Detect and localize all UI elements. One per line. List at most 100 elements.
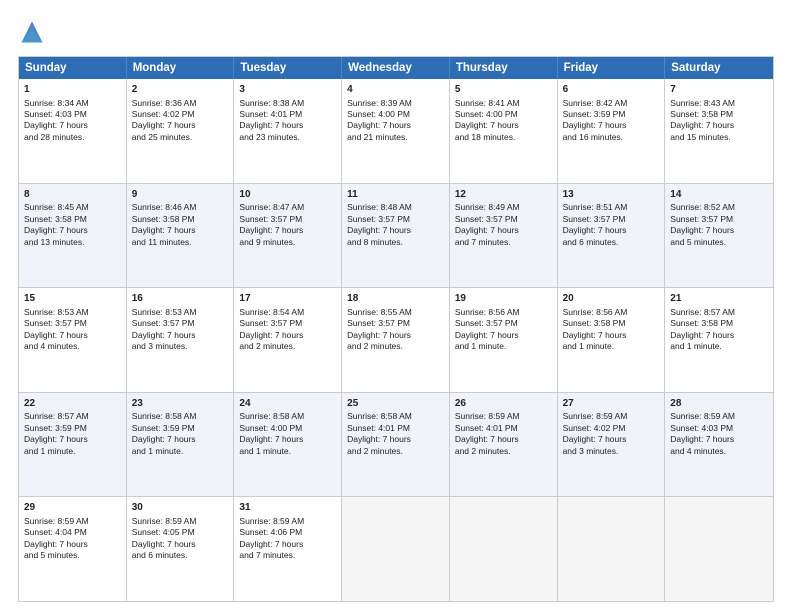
day-info-line: Sunrise: 8:51 AM xyxy=(563,202,660,213)
day-number: 28 xyxy=(670,397,768,411)
day-info-line: Daylight: 7 hours xyxy=(24,539,121,550)
day-info-line: Sunset: 3:59 PM xyxy=(563,109,660,120)
day-info-line: Sunrise: 8:47 AM xyxy=(239,202,336,213)
day-info-line: and 2 minutes. xyxy=(455,446,552,457)
day-info-line: Sunrise: 8:41 AM xyxy=(455,98,552,109)
calendar-cell: 6Sunrise: 8:42 AMSunset: 3:59 PMDaylight… xyxy=(558,79,666,183)
day-info-line: and 21 minutes. xyxy=(347,132,444,143)
header-day-tuesday: Tuesday xyxy=(234,57,342,79)
day-info-line: Sunrise: 8:58 AM xyxy=(347,411,444,422)
day-info-line: Sunrise: 8:39 AM xyxy=(347,98,444,109)
day-info-line: Daylight: 7 hours xyxy=(239,434,336,445)
day-info-line: Sunrise: 8:36 AM xyxy=(132,98,229,109)
day-info-line: Sunset: 3:58 PM xyxy=(670,318,768,329)
day-info-line: Sunrise: 8:59 AM xyxy=(455,411,552,422)
logo xyxy=(18,18,50,46)
page: SundayMondayTuesdayWednesdayThursdayFrid… xyxy=(0,0,792,612)
day-number: 19 xyxy=(455,292,552,306)
calendar-cell: 3Sunrise: 8:38 AMSunset: 4:01 PMDaylight… xyxy=(234,79,342,183)
day-info-line: and 1 minute. xyxy=(24,446,121,457)
day-info-line: and 16 minutes. xyxy=(563,132,660,143)
day-info-line: and 5 minutes. xyxy=(670,237,768,248)
day-info-line: Sunrise: 8:56 AM xyxy=(563,307,660,318)
day-info-line: and 1 minute. xyxy=(239,446,336,457)
header-day-friday: Friday xyxy=(558,57,666,79)
day-info-line: Sunset: 4:04 PM xyxy=(24,527,121,538)
day-info-line: Daylight: 7 hours xyxy=(132,539,229,550)
logo-icon xyxy=(18,18,46,46)
header-day-saturday: Saturday xyxy=(665,57,773,79)
day-number: 10 xyxy=(239,188,336,202)
calendar-body: 1Sunrise: 8:34 AMSunset: 4:03 PMDaylight… xyxy=(19,79,773,601)
day-info-line: Daylight: 7 hours xyxy=(239,330,336,341)
day-info-line: Sunset: 3:59 PM xyxy=(24,423,121,434)
day-info-line: and 3 minutes. xyxy=(132,341,229,352)
day-info-line: Sunrise: 8:57 AM xyxy=(24,411,121,422)
day-info-line: Daylight: 7 hours xyxy=(563,330,660,341)
day-info-line: Sunset: 4:01 PM xyxy=(347,423,444,434)
day-number: 3 xyxy=(239,83,336,97)
calendar-cell: 17Sunrise: 8:54 AMSunset: 3:57 PMDayligh… xyxy=(234,288,342,392)
day-info-line: and 3 minutes. xyxy=(563,446,660,457)
calendar-cell: 8Sunrise: 8:45 AMSunset: 3:58 PMDaylight… xyxy=(19,184,127,288)
day-info-line: Daylight: 7 hours xyxy=(670,434,768,445)
calendar-cell: 9Sunrise: 8:46 AMSunset: 3:58 PMDaylight… xyxy=(127,184,235,288)
day-info-line: Daylight: 7 hours xyxy=(670,330,768,341)
day-info-line: Sunset: 4:06 PM xyxy=(239,527,336,538)
day-number: 24 xyxy=(239,397,336,411)
day-info-line: Daylight: 7 hours xyxy=(670,225,768,236)
day-number: 30 xyxy=(132,501,229,515)
calendar-cell: 10Sunrise: 8:47 AMSunset: 3:57 PMDayligh… xyxy=(234,184,342,288)
day-info-line: Sunrise: 8:38 AM xyxy=(239,98,336,109)
day-info-line: and 8 minutes. xyxy=(347,237,444,248)
day-info-line: Sunrise: 8:59 AM xyxy=(239,516,336,527)
day-info-line: Daylight: 7 hours xyxy=(563,120,660,131)
day-info-line: Daylight: 7 hours xyxy=(132,330,229,341)
calendar-cell xyxy=(450,497,558,601)
calendar-cell xyxy=(665,497,773,601)
day-info-line: Sunrise: 8:56 AM xyxy=(455,307,552,318)
day-info-line: and 11 minutes. xyxy=(132,237,229,248)
calendar-row-2: 8Sunrise: 8:45 AMSunset: 3:58 PM Daylight… xyxy=(19,183,773,288)
day-number: 11 xyxy=(347,188,444,202)
day-info-line: Sunrise: 8:42 AM xyxy=(563,98,660,109)
calendar-cell: 20Sunrise: 8:56 AMSunset: 3:58 PMDayligh… xyxy=(558,288,666,392)
day-info-line: Sunrise: 8:45 AM xyxy=(24,202,121,213)
day-info-line: and 28 minutes. xyxy=(24,132,121,143)
day-info-line: Daylight: 7 hours xyxy=(347,225,444,236)
calendar-cell: 18Sunrise: 8:55 AMSunset: 3:57 PMDayligh… xyxy=(342,288,450,392)
header-day-sunday: Sunday xyxy=(19,57,127,79)
header xyxy=(18,18,774,46)
calendar-cell: 24Sunrise: 8:58 AMSunset: 4:00 PMDayligh… xyxy=(234,393,342,497)
calendar-cell: 22Sunrise: 8:57 AMSunset: 3:59 PMDayligh… xyxy=(19,393,127,497)
day-info-line: Daylight: 7 hours xyxy=(455,330,552,341)
day-info-line: Sunrise: 8:34 AM xyxy=(24,98,121,109)
day-number: 9 xyxy=(132,188,229,202)
day-number: 8 xyxy=(24,188,121,202)
day-info-line: and 2 minutes. xyxy=(347,446,444,457)
day-info-line: Sunset: 4:03 PM xyxy=(24,109,121,120)
day-info-line: and 2 minutes. xyxy=(347,341,444,352)
day-number: 13 xyxy=(563,188,660,202)
day-number: 23 xyxy=(132,397,229,411)
day-info-line: Sunrise: 8:54 AM xyxy=(239,307,336,318)
day-number: 29 xyxy=(24,501,121,515)
day-info-line: and 1 minute. xyxy=(455,341,552,352)
day-info-line: Sunset: 4:01 PM xyxy=(455,423,552,434)
day-info-line: and 9 minutes. xyxy=(239,237,336,248)
calendar-row-3: 15Sunrise: 8:53 AMSunset: 3:57 PMDayligh… xyxy=(19,287,773,392)
day-number: 12 xyxy=(455,188,552,202)
day-info-line: Sunrise: 8:43 AM xyxy=(670,98,768,109)
day-info-line: and 1 minute. xyxy=(670,341,768,352)
day-info-line: Sunset: 4:02 PM xyxy=(563,423,660,434)
day-info-line: Daylight: 7 hours xyxy=(24,120,121,131)
day-info-line: and 4 minutes. xyxy=(24,341,121,352)
calendar: SundayMondayTuesdayWednesdayThursdayFrid… xyxy=(18,56,774,602)
day-info-line: and 7 minutes. xyxy=(239,550,336,561)
day-number: 17 xyxy=(239,292,336,306)
day-info-line: Daylight: 7 hours xyxy=(347,120,444,131)
day-info-line: Sunset: 3:58 PM xyxy=(24,214,121,225)
calendar-row-1: 1Sunrise: 8:34 AMSunset: 4:03 PMDaylight… xyxy=(19,79,773,183)
calendar-cell: 12Sunrise: 8:49 AMSunset: 3:57 PMDayligh… xyxy=(450,184,558,288)
day-number: 4 xyxy=(347,83,444,97)
